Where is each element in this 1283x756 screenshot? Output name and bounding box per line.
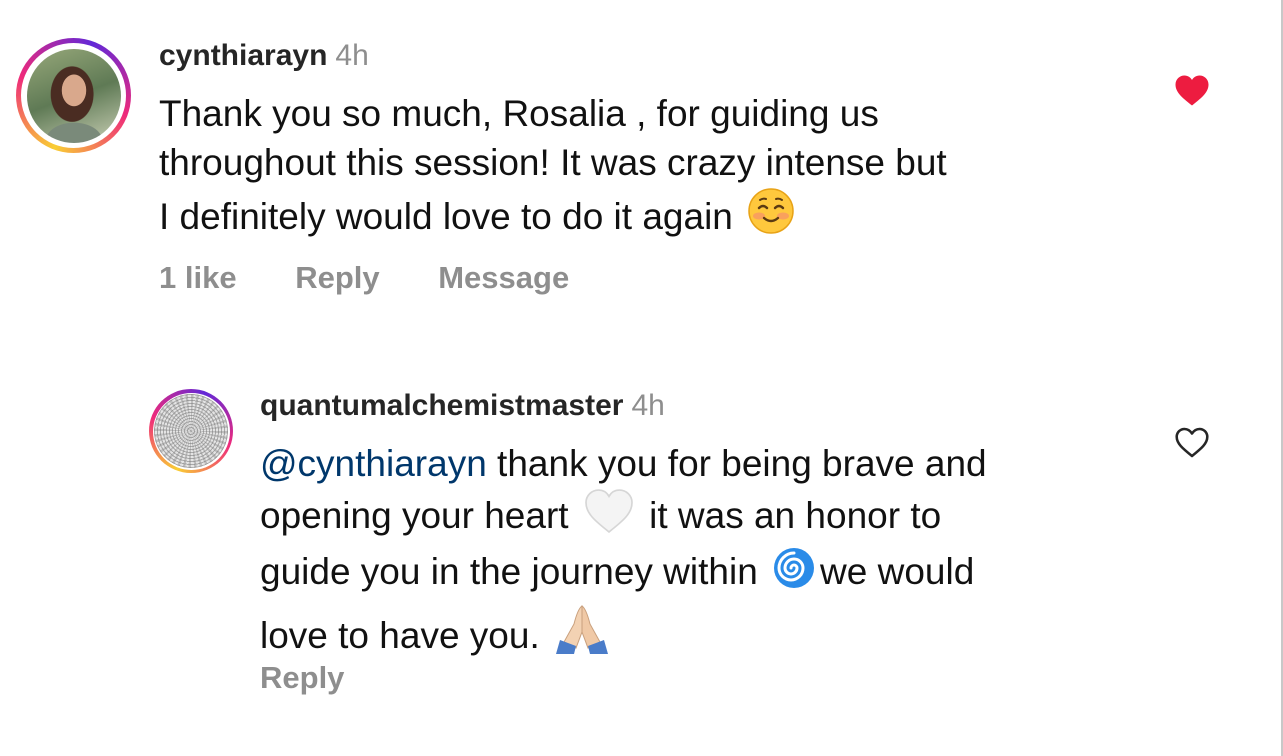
comment-header: cynthiarayn 4h — [159, 38, 369, 74]
heart-outline-icon — [1175, 427, 1209, 458]
comment-actions: 1 like Reply Message — [159, 260, 569, 296]
username[interactable]: cynthiarayn — [159, 39, 327, 72]
avatar — [26, 48, 121, 143]
heart-filled-icon — [1175, 75, 1209, 106]
timestamp: 4h — [631, 389, 665, 422]
reply-text-segment: it was an honor to — [649, 495, 942, 536]
message-button[interactable]: Message — [438, 260, 569, 296]
cyclone-icon — [772, 546, 816, 602]
smiling-face-with-blush-icon — [747, 187, 795, 247]
username[interactable]: quantumalchemistmaster — [260, 389, 623, 422]
comment-text-line: throughout this session! It was crazy in… — [159, 142, 947, 183]
reply-button[interactable]: Reply — [295, 260, 379, 296]
white-heart-icon — [583, 488, 635, 546]
reply-header: quantumalchemistmaster 4h — [260, 388, 665, 424]
avatar-ring[interactable] — [16, 38, 131, 153]
reply-actions: Reply — [260, 660, 344, 696]
reply-text-segment: love to have you. — [260, 615, 540, 656]
reply-text-segment: opening your heart — [260, 495, 569, 536]
mention-link[interactable]: @cynthiarayn — [260, 443, 487, 484]
folded-hands-icon — [554, 602, 610, 666]
likes-count[interactable]: 1 like — [159, 260, 237, 296]
comment-text-line: Thank you so much, Rosalia , for guiding… — [159, 93, 879, 134]
reply-button[interactable]: Reply — [260, 660, 344, 696]
avatar-ring[interactable] — [149, 389, 233, 473]
comment-text: Thank you so much, Rosalia , for guiding… — [159, 89, 947, 247]
reply-text-segment: we would — [820, 551, 975, 592]
like-button[interactable] — [1174, 74, 1210, 112]
timestamp: 4h — [335, 39, 369, 72]
reply-text-segment: thank you for being brave and — [486, 443, 987, 484]
like-button[interactable] — [1174, 426, 1210, 464]
comment-text-line: I definitely would love to do it again — [159, 196, 733, 237]
avatar — [154, 394, 228, 468]
reply-text-segment: guide you in the journey within — [260, 551, 758, 592]
reply-text: @cynthiarayn thank you for being brave a… — [260, 439, 987, 666]
